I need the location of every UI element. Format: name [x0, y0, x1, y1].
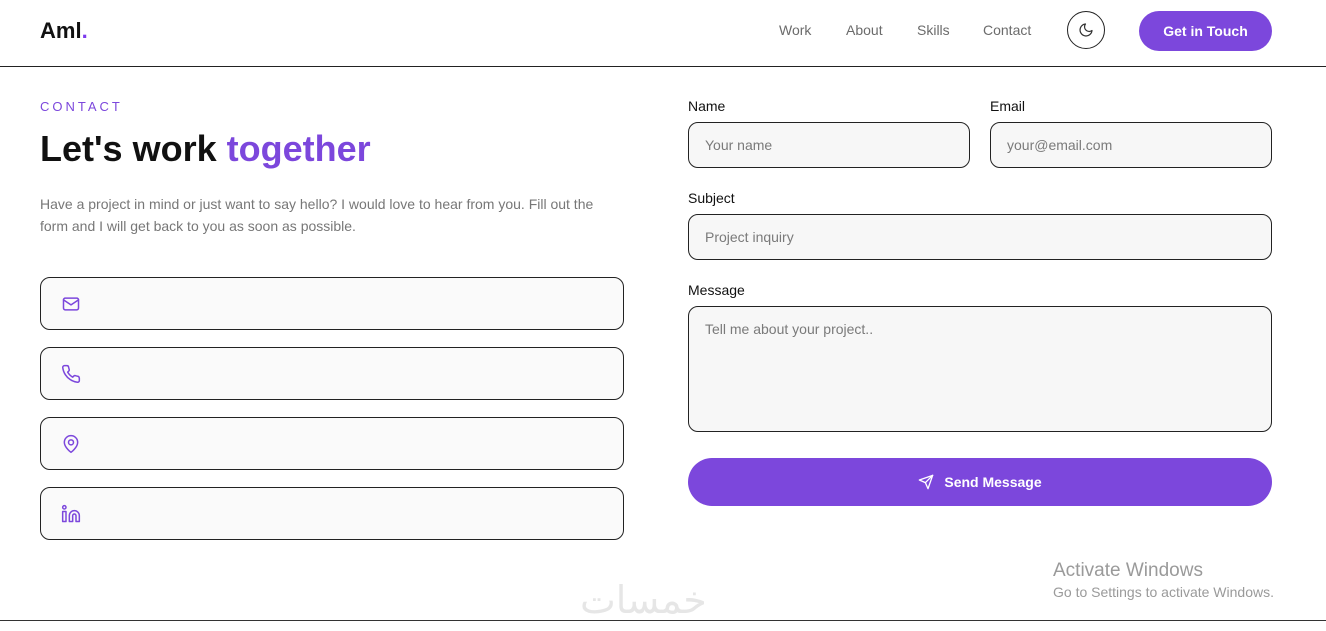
bottom-divider — [0, 620, 1326, 621]
contact-card-email[interactable] — [40, 277, 624, 330]
logo-text: Aml — [40, 18, 82, 43]
activate-windows-subtitle: Go to Settings to activate Windows. — [1053, 584, 1274, 600]
logo-dot: . — [81, 18, 88, 43]
phone-icon — [62, 364, 81, 383]
send-button-label: Send Message — [944, 474, 1042, 490]
message-label: Message — [688, 282, 745, 298]
section-eyebrow: CONTACT — [40, 99, 123, 114]
subject-input[interactable] — [688, 214, 1272, 260]
contact-card-linkedin[interactable] — [40, 487, 624, 540]
message-textarea[interactable] — [688, 306, 1272, 432]
logo[interactable]: Aml. — [40, 18, 88, 44]
nav-work[interactable]: Work — [779, 22, 811, 38]
section-heading: Let's work together — [40, 128, 371, 170]
site-header: Aml. Work About Skills Contact Get in To… — [0, 0, 1326, 67]
moon-icon — [1079, 23, 1093, 37]
send-message-button[interactable]: Send Message — [688, 458, 1272, 506]
email-label: Email — [990, 98, 1026, 114]
get-in-touch-button[interactable]: Get in Touch — [1139, 11, 1272, 51]
heading-main: Let's work — [40, 128, 227, 169]
nav-contact[interactable]: Contact — [983, 22, 1031, 38]
send-icon — [919, 474, 934, 490]
linkedin-icon — [61, 504, 81, 523]
email-input[interactable] — [990, 122, 1272, 168]
nav-about[interactable]: About — [846, 22, 883, 38]
activate-windows-title: Activate Windows — [1053, 560, 1203, 581]
mail-icon — [62, 297, 80, 311]
heading-accent: together — [226, 128, 371, 169]
name-input[interactable] — [688, 122, 970, 168]
nav-skills[interactable]: Skills — [917, 22, 950, 38]
site-watermark: خمسات — [580, 578, 707, 622]
contact-card-location[interactable] — [40, 417, 624, 470]
theme-toggle-button[interactable] — [1067, 11, 1105, 49]
intro-text: Have a project in mind or just want to s… — [40, 196, 594, 234]
name-label: Name — [688, 98, 726, 114]
location-pin-icon — [63, 434, 79, 454]
contact-card-phone[interactable] — [40, 347, 624, 400]
subject-label: Subject — [688, 190, 735, 206]
